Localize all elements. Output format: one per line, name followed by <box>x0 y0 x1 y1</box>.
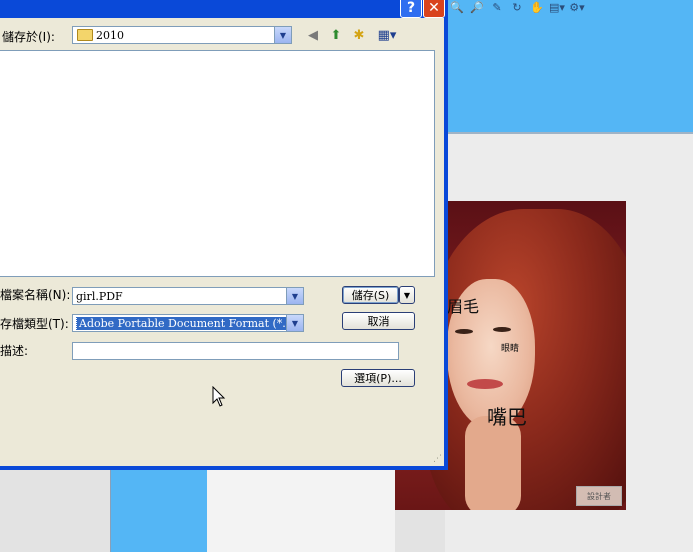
watermark-stamp: 設計者 <box>576 486 622 506</box>
filename-field[interactable]: girl.PDF ▼ <box>72 287 304 305</box>
help-button[interactable]: ? <box>400 0 422 18</box>
search-icon[interactable]: 🔍 <box>449 0 465 14</box>
app-toolbar: 🔍 🔎 ✎ ↻ ✋ ▤▾ ⚙▾ <box>445 0 693 132</box>
view-menu-icon[interactable]: ▦▾ <box>374 27 400 43</box>
filename-chevron-icon[interactable]: ▼ <box>286 288 303 304</box>
filetype-dropdown[interactable]: Adobe Portable Document Format (*.pdf) ▼ <box>72 314 304 332</box>
description-label: 描述: <box>0 344 29 358</box>
save-in-value: 2010 <box>96 28 124 42</box>
resize-grip-icon[interactable]: ⋰ <box>433 454 442 464</box>
chevron-down-icon[interactable]: ▼ <box>274 27 291 43</box>
filetype-chevron-icon[interactable]: ▼ <box>286 315 303 331</box>
new-folder-icon[interactable]: ✱ <box>350 27 368 43</box>
mouse-cursor-icon <box>212 386 226 407</box>
rotate-icon[interactable]: ↻ <box>509 0 525 14</box>
filetype-label: 存檔類型(T): <box>0 317 69 331</box>
folder-icon <box>77 29 93 41</box>
filename-value[interactable]: girl.PDF <box>73 290 286 303</box>
filetype-value: Adobe Portable Document Format (*.pdf) <box>76 316 286 330</box>
zoom-icon[interactable]: 🔎 <box>469 0 485 14</box>
edit-icon[interactable]: ✎ <box>489 0 505 14</box>
side-panel <box>110 470 208 552</box>
save-button[interactable]: 儲存(S) <box>342 286 399 304</box>
description-field[interactable] <box>72 342 399 360</box>
left-eye <box>455 329 473 334</box>
up-folder-icon[interactable]: ⬆ <box>327 27 345 43</box>
canvas-band <box>207 470 395 552</box>
save-in-dropdown[interactable]: 2010 ▼ <box>72 26 292 44</box>
title-bar <box>0 0 448 18</box>
close-button[interactable]: ✕ <box>423 0 445 18</box>
label-mouth: 嘴巴 <box>487 405 527 429</box>
neck <box>465 416 521 510</box>
toolbar-icons: 🔍 🔎 ✎ ↻ ✋ ▤▾ ⚙▾ <box>449 0 585 14</box>
hand-icon[interactable]: ✋ <box>529 0 545 14</box>
save-in-label: 儲存於(I): <box>2 30 55 44</box>
label-eye: 眼睛 <box>501 344 520 354</box>
options-button[interactable]: 選項(P)... <box>341 369 415 387</box>
filename-label: 檔案名稱(N): <box>0 288 71 302</box>
label-eyebrow: 眉毛 <box>447 297 480 316</box>
right-eye <box>493 327 511 332</box>
save-split-arrow-icon[interactable]: ▼ <box>399 286 415 304</box>
lips <box>467 379 503 389</box>
page-icon[interactable]: ▤▾ <box>549 0 565 14</box>
back-icon[interactable]: ◀ <box>304 27 322 43</box>
file-list[interactable] <box>0 50 435 277</box>
view-icon[interactable]: ⚙▾ <box>569 0 585 14</box>
cancel-button[interactable]: 取消 <box>342 312 415 330</box>
filetype-value-wrap: Adobe Portable Document Format (*.pdf) <box>73 316 286 330</box>
